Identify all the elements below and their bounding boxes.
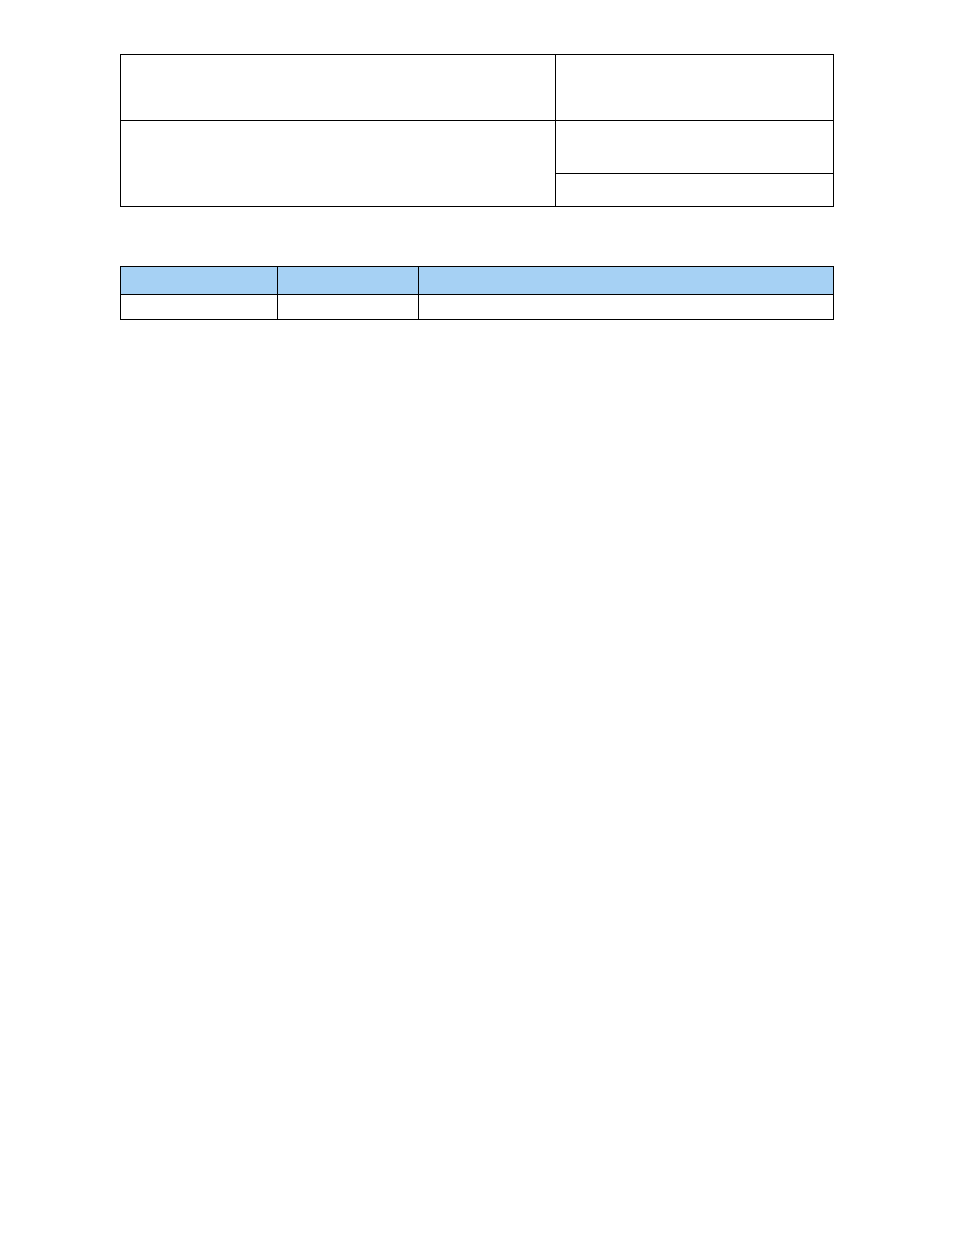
table-header-row — [121, 267, 834, 295]
cell-3 — [418, 295, 833, 320]
cell-1 — [121, 295, 278, 320]
cell-bottom-right-lower — [556, 174, 834, 207]
column-header-2 — [277, 267, 418, 295]
cell-top-right — [556, 55, 834, 121]
table-row — [121, 295, 834, 320]
table-row — [121, 55, 834, 121]
table-row — [121, 121, 834, 174]
cell-2 — [277, 295, 418, 320]
column-header-1 — [121, 267, 278, 295]
cell-bottom-left — [121, 121, 556, 207]
form-table-top — [120, 54, 834, 207]
column-header-3 — [418, 267, 833, 295]
cell-bottom-right-upper — [556, 121, 834, 174]
list-table — [120, 266, 834, 320]
cell-top-left — [121, 55, 556, 121]
